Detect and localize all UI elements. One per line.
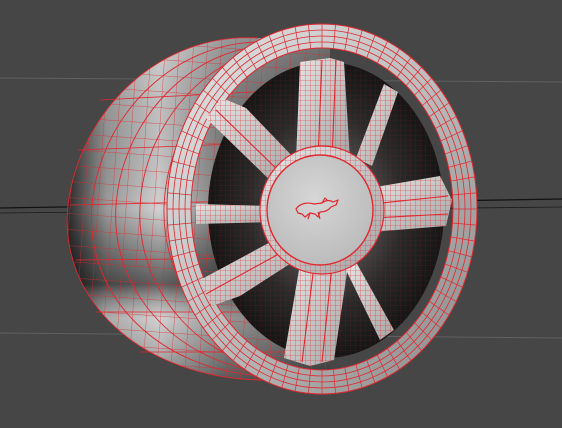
3d-viewport[interactable] bbox=[0, 0, 562, 428]
center-cap[interactable] bbox=[266, 154, 374, 266]
wheel-model[interactable] bbox=[66, 23, 478, 395]
viewport-canvas[interactable] bbox=[0, 0, 562, 428]
